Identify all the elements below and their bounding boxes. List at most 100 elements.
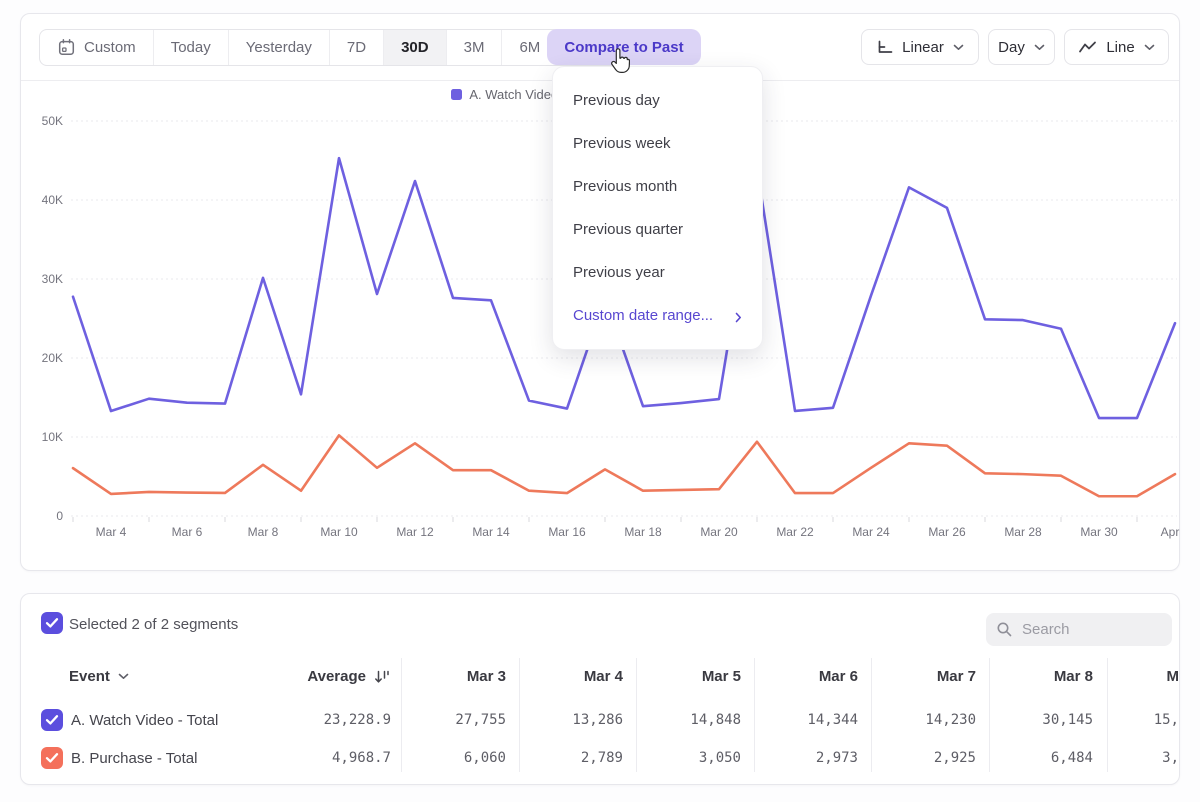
x-axis-tick-label: Mar 8 bbox=[248, 525, 279, 539]
column-separator bbox=[989, 658, 990, 772]
menu-item-label: Previous day bbox=[573, 92, 660, 109]
event-row-label: B. Purchase - Total bbox=[71, 750, 197, 767]
menu-item-label: Previous month bbox=[573, 178, 677, 195]
scale-select-button[interactable]: Linear bbox=[861, 29, 979, 65]
date-range-label: Yesterday bbox=[246, 39, 312, 56]
date-column-header: Mar 5 bbox=[702, 668, 741, 685]
date-range-today[interactable]: Today bbox=[153, 30, 228, 65]
y-axis-tick-label: 10K bbox=[42, 430, 63, 444]
column-separator bbox=[636, 658, 637, 772]
row-checkbox-purchase[interactable] bbox=[41, 747, 63, 769]
date-column-header: Mar 3 bbox=[467, 668, 506, 685]
y-axis-tick-label: 40K bbox=[42, 193, 63, 207]
y-axis-tick-label: 0 bbox=[56, 509, 63, 523]
menu-item-previous-week[interactable]: Previous week bbox=[553, 122, 762, 165]
x-axis-tick-label: Mar 24 bbox=[852, 525, 890, 539]
average-value: 4,968.7 bbox=[332, 750, 391, 766]
date-range-label: Today bbox=[171, 39, 211, 56]
x-axis-tick-label: Mar 28 bbox=[1004, 525, 1042, 539]
menu-item-label: Previous year bbox=[573, 264, 665, 281]
interval-select-label: Day bbox=[998, 39, 1025, 56]
legend-swatch-icon bbox=[451, 89, 462, 100]
column-separator bbox=[871, 658, 872, 772]
date-range-label: 30D bbox=[401, 39, 429, 56]
date-range-label: 6M bbox=[519, 39, 540, 56]
x-axis-tick-label: Mar 14 bbox=[472, 525, 510, 539]
compare-to-past-button[interactable]: Compare to Past bbox=[547, 29, 701, 65]
x-axis-tick-label: Mar 6 bbox=[172, 525, 203, 539]
column-separator bbox=[519, 658, 520, 772]
x-axis-tick-label: Apr 1 bbox=[1161, 525, 1181, 539]
event-column-header[interactable]: Event bbox=[69, 668, 129, 685]
x-axis-tick-label: Mar 20 bbox=[700, 525, 738, 539]
y-axis-tick-label: 30K bbox=[42, 272, 63, 286]
compare-to-past-label: Compare to Past bbox=[564, 39, 683, 56]
column-separator bbox=[754, 658, 755, 772]
y-axis-tick-label: 20K bbox=[42, 351, 63, 365]
compare-to-past-menu: Previous day Previous week Previous month P… bbox=[552, 66, 763, 350]
linear-axis-icon bbox=[876, 39, 893, 55]
calendar-icon bbox=[57, 38, 76, 57]
date-value: 3, bbox=[1162, 750, 1179, 766]
scale-select-label: Linear bbox=[902, 39, 944, 56]
x-axis-tick-label: Mar 16 bbox=[548, 525, 586, 539]
date-value: 14,230 bbox=[925, 712, 976, 728]
search-box bbox=[986, 613, 1172, 646]
x-axis-tick-label: Mar 12 bbox=[396, 525, 434, 539]
average-value: 23,228.9 bbox=[324, 712, 391, 728]
x-axis-tick-label: Mar 4 bbox=[96, 525, 127, 539]
x-axis-tick-label: Mar 30 bbox=[1080, 525, 1118, 539]
menu-item-previous-month[interactable]: Previous month bbox=[553, 165, 762, 208]
date-value: 3,050 bbox=[699, 750, 741, 766]
chart-type-select-label: Line bbox=[1106, 39, 1134, 56]
date-column-header: Mar 4 bbox=[584, 668, 623, 685]
date-value: 13,286 bbox=[572, 712, 623, 728]
segments-panel: Selected 2 of 2 segments Event Average Ma… bbox=[20, 593, 1180, 785]
date-value: 6,484 bbox=[1051, 750, 1093, 766]
chevron-right-icon bbox=[735, 310, 742, 327]
line-chart-icon bbox=[1078, 40, 1097, 54]
chevron-down-icon bbox=[953, 44, 964, 51]
date-value: 2,925 bbox=[934, 750, 976, 766]
menu-item-previous-quarter[interactable]: Previous quarter bbox=[553, 208, 762, 251]
date-value: 27,755 bbox=[455, 712, 506, 728]
x-axis-tick-label: Mar 26 bbox=[928, 525, 966, 539]
menu-item-label: Previous week bbox=[573, 135, 671, 152]
date-value: 2,789 bbox=[581, 750, 623, 766]
date-column-header: Mar 7 bbox=[937, 668, 976, 685]
column-separator bbox=[1107, 658, 1108, 772]
search-input[interactable] bbox=[1022, 621, 1180, 638]
date-column-header: Mar 8 bbox=[1054, 668, 1093, 685]
menu-item-custom-date-range[interactable]: Custom date range... bbox=[553, 294, 762, 337]
chevron-down-icon bbox=[1144, 44, 1155, 51]
x-axis-tick-label: Mar 22 bbox=[776, 525, 814, 539]
date-value: 14,848 bbox=[690, 712, 741, 728]
select-all-checkbox[interactable] bbox=[41, 612, 63, 634]
interval-select-button[interactable]: Day bbox=[988, 29, 1055, 65]
date-range-30d[interactable]: 30D bbox=[383, 30, 446, 65]
date-value: 2,973 bbox=[816, 750, 858, 766]
date-range-label: Custom bbox=[84, 39, 136, 56]
chart-type-select-button[interactable]: Line bbox=[1064, 29, 1169, 65]
date-range-3m[interactable]: 3M bbox=[446, 30, 502, 65]
average-column-header[interactable]: Average bbox=[307, 668, 391, 685]
segments-selected-summary: Selected 2 of 2 segments bbox=[69, 616, 238, 633]
date-range-group: CustomTodayYesterday7D30D3M6M12M bbox=[39, 29, 622, 66]
date-column-header: M bbox=[1167, 668, 1180, 685]
date-range-7d[interactable]: 7D bbox=[329, 30, 383, 65]
analytics-dashboard: CustomTodayYesterday7D30D3M6M12M Compare… bbox=[0, 0, 1200, 802]
menu-item-label: Custom date range... bbox=[573, 307, 713, 324]
y-axis-tick-label: 50K bbox=[42, 114, 63, 128]
date-range-yesterday[interactable]: Yesterday bbox=[228, 30, 329, 65]
x-axis-tick-label: Mar 10 bbox=[320, 525, 358, 539]
menu-item-previous-day[interactable]: Previous day bbox=[553, 79, 762, 122]
average-header-label: Average bbox=[307, 668, 366, 685]
date-value: 14,344 bbox=[807, 712, 858, 728]
row-checkbox-watch-video[interactable] bbox=[41, 709, 63, 731]
event-row-label: A. Watch Video - Total bbox=[71, 712, 218, 729]
series-line-purchase bbox=[73, 435, 1175, 496]
date-value: 30,145 bbox=[1042, 712, 1093, 728]
menu-item-previous-year[interactable]: Previous year bbox=[553, 251, 762, 294]
date-range-custom[interactable]: Custom bbox=[40, 30, 153, 65]
search-icon bbox=[996, 621, 1013, 638]
